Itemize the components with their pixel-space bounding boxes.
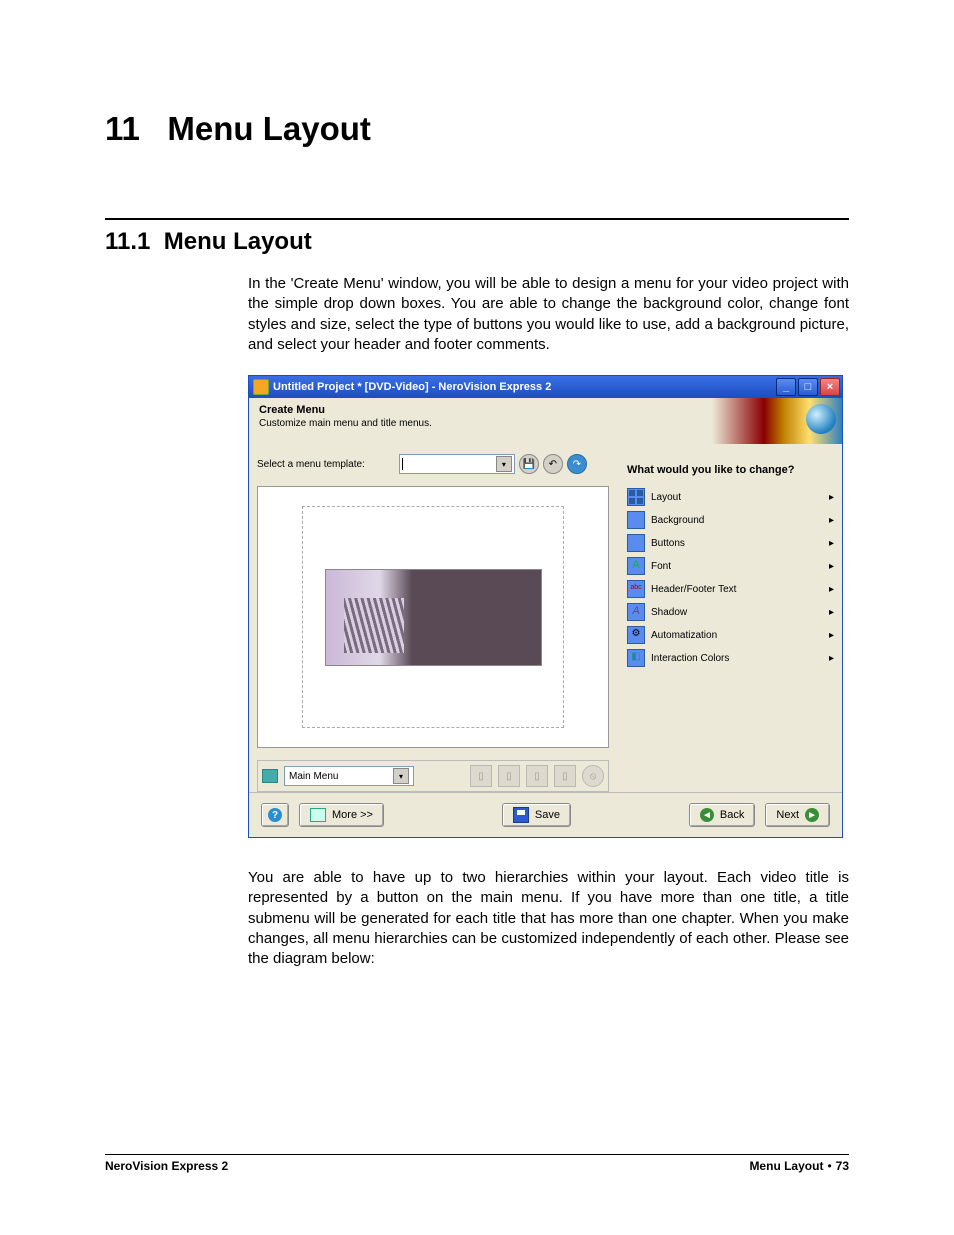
change-prompt: What would you like to change? bbox=[627, 464, 834, 476]
option-label: Layout bbox=[651, 492, 829, 503]
option-font[interactable]: Font▸ bbox=[627, 555, 834, 578]
footer-page-number: 73 bbox=[836, 1159, 849, 1173]
minimize-button[interactable]: _ bbox=[776, 378, 796, 396]
chevron-right-icon: ▸ bbox=[829, 492, 834, 503]
option-shadow[interactable]: Shadow▸ bbox=[627, 601, 834, 624]
save-icon bbox=[513, 807, 529, 823]
brand-art bbox=[712, 398, 842, 444]
auto-icon bbox=[627, 626, 645, 644]
option-label: Font bbox=[651, 561, 829, 572]
paragraph-2: You are able to have up to two hierarchi… bbox=[248, 868, 849, 969]
wizard-header: Create Menu Customize main menu and titl… bbox=[249, 398, 842, 450]
option-label: Background bbox=[651, 515, 829, 526]
chevron-right-icon: ▸ bbox=[829, 607, 834, 618]
more-button[interactable]: More >> bbox=[299, 803, 384, 827]
footer-bullet-icon: • bbox=[827, 1159, 831, 1173]
option-label: Buttons bbox=[651, 538, 829, 549]
text-cursor bbox=[402, 458, 403, 470]
option-background[interactable]: Background▸ bbox=[627, 509, 834, 532]
app-icon bbox=[253, 379, 269, 395]
maximize-button[interactable]: □ bbox=[798, 378, 818, 396]
wizard-title: Create Menu bbox=[259, 404, 432, 416]
close-button[interactable]: × bbox=[820, 378, 840, 396]
next-page-button[interactable]: ▯ bbox=[526, 765, 548, 787]
option-buttons[interactable]: Buttons▸ bbox=[627, 532, 834, 555]
next-button[interactable]: Next ► bbox=[765, 803, 830, 827]
wizard-body: Select a menu template: ▾ 💾 ↶ ↷ bbox=[249, 450, 842, 792]
btn-icon bbox=[627, 534, 645, 552]
footer-section: Menu Layout bbox=[749, 1159, 823, 1173]
help-button[interactable]: ? bbox=[261, 803, 289, 827]
redo-button[interactable]: ↷ bbox=[567, 454, 587, 474]
chevron-right-icon: ▸ bbox=[829, 515, 834, 526]
options-list: Layout▸Background▸Buttons▸Font▸Header/Fo… bbox=[627, 486, 834, 670]
option-automatization[interactable]: Automatization▸ bbox=[627, 624, 834, 647]
document-page: 11 Menu Layout 11.1 Menu Layout In the '… bbox=[0, 0, 954, 1235]
chevron-down-icon[interactable]: ▾ bbox=[393, 768, 409, 784]
option-label: Shadow bbox=[651, 607, 829, 618]
chapter-heading: 11 Menu Layout bbox=[105, 110, 849, 148]
template-dropdown[interactable]: ▾ bbox=[399, 454, 515, 474]
menu-selector-bar: Main Menu ▾ ▯ ▯ ▯ ▯ ⦸ bbox=[257, 760, 609, 792]
menu-preview-panel bbox=[257, 486, 609, 748]
page-footer: NeroVision Express 2 Menu Layout • 73 bbox=[105, 1154, 849, 1173]
window-title: Untitled Project * [DVD-Video] - NeroVis… bbox=[273, 381, 551, 393]
section-number: 11.1 bbox=[105, 228, 150, 255]
chapter-number: 11 bbox=[105, 110, 140, 147]
section-rule bbox=[105, 218, 849, 220]
template-label: Select a menu template: bbox=[257, 459, 365, 470]
chevron-right-icon: ▸ bbox=[829, 630, 834, 641]
hf-icon bbox=[627, 580, 645, 598]
back-button[interactable]: ◄ Back bbox=[689, 803, 755, 827]
chevron-right-icon: ▸ bbox=[829, 653, 834, 664]
window-titlebar: Untitled Project * [DVD-Video] - NeroVis… bbox=[249, 376, 842, 398]
save-button[interactable]: Save bbox=[502, 803, 571, 827]
menu-level-value: Main Menu bbox=[289, 771, 338, 782]
chevron-right-icon: ▸ bbox=[829, 584, 834, 595]
more-label: More >> bbox=[332, 809, 373, 821]
option-label: Automatization bbox=[651, 630, 829, 641]
left-column: Select a menu template: ▾ 💾 ↶ ↷ bbox=[257, 454, 609, 792]
bg-icon bbox=[627, 511, 645, 529]
option-header-footer-text[interactable]: Header/Footer Text▸ bbox=[627, 578, 834, 601]
section-title-text: Menu Layout bbox=[164, 228, 312, 255]
option-label: Interaction Colors bbox=[651, 653, 829, 664]
help-icon: ? bbox=[268, 808, 282, 822]
template-row: Select a menu template: ▾ 💾 ↶ ↷ bbox=[257, 454, 609, 474]
save-template-button[interactable]: 💾 bbox=[519, 454, 539, 474]
menu-icon bbox=[262, 769, 278, 783]
first-page-button[interactable]: ▯ bbox=[470, 765, 492, 787]
int-icon bbox=[627, 649, 645, 667]
title-thumbnail-button[interactable] bbox=[325, 569, 542, 666]
right-column: What would you like to change? Layout▸Ba… bbox=[609, 454, 834, 792]
app-window: Untitled Project * [DVD-Video] - NeroVis… bbox=[248, 375, 843, 838]
option-interaction-colors[interactable]: Interaction Colors▸ bbox=[627, 647, 834, 670]
next-label: Next bbox=[776, 809, 799, 821]
section-heading: 11.1 Menu Layout bbox=[105, 228, 849, 256]
play-preview-button[interactable]: ⦸ bbox=[582, 765, 604, 787]
option-layout[interactable]: Layout▸ bbox=[627, 486, 834, 509]
more-icon bbox=[310, 808, 326, 822]
sh-icon bbox=[627, 603, 645, 621]
next-icon: ► bbox=[805, 808, 819, 822]
layout-icon bbox=[627, 488, 645, 506]
back-label: Back bbox=[720, 809, 744, 821]
paragraph-1: In the 'Create Menu' window, you will be… bbox=[248, 274, 849, 355]
safe-area-guide bbox=[302, 506, 564, 728]
wizard-subtitle: Customize main menu and title menus. bbox=[259, 418, 432, 429]
wizard-footer: ? More >> Save ◄ Back Next ► bbox=[249, 792, 842, 837]
menu-level-dropdown[interactable]: Main Menu ▾ bbox=[284, 766, 414, 786]
save-label: Save bbox=[535, 809, 560, 821]
option-label: Header/Footer Text bbox=[651, 584, 829, 595]
chevron-right-icon: ▸ bbox=[829, 561, 834, 572]
chevron-right-icon: ▸ bbox=[829, 538, 834, 549]
chapter-title-text: Menu Layout bbox=[167, 110, 371, 147]
chevron-down-icon[interactable]: ▾ bbox=[496, 456, 512, 472]
prev-page-button[interactable]: ▯ bbox=[498, 765, 520, 787]
last-page-button[interactable]: ▯ bbox=[554, 765, 576, 787]
font-icon bbox=[627, 557, 645, 575]
undo-button[interactable]: ↶ bbox=[543, 454, 563, 474]
footer-product: NeroVision Express 2 bbox=[105, 1159, 228, 1173]
back-icon: ◄ bbox=[700, 808, 714, 822]
